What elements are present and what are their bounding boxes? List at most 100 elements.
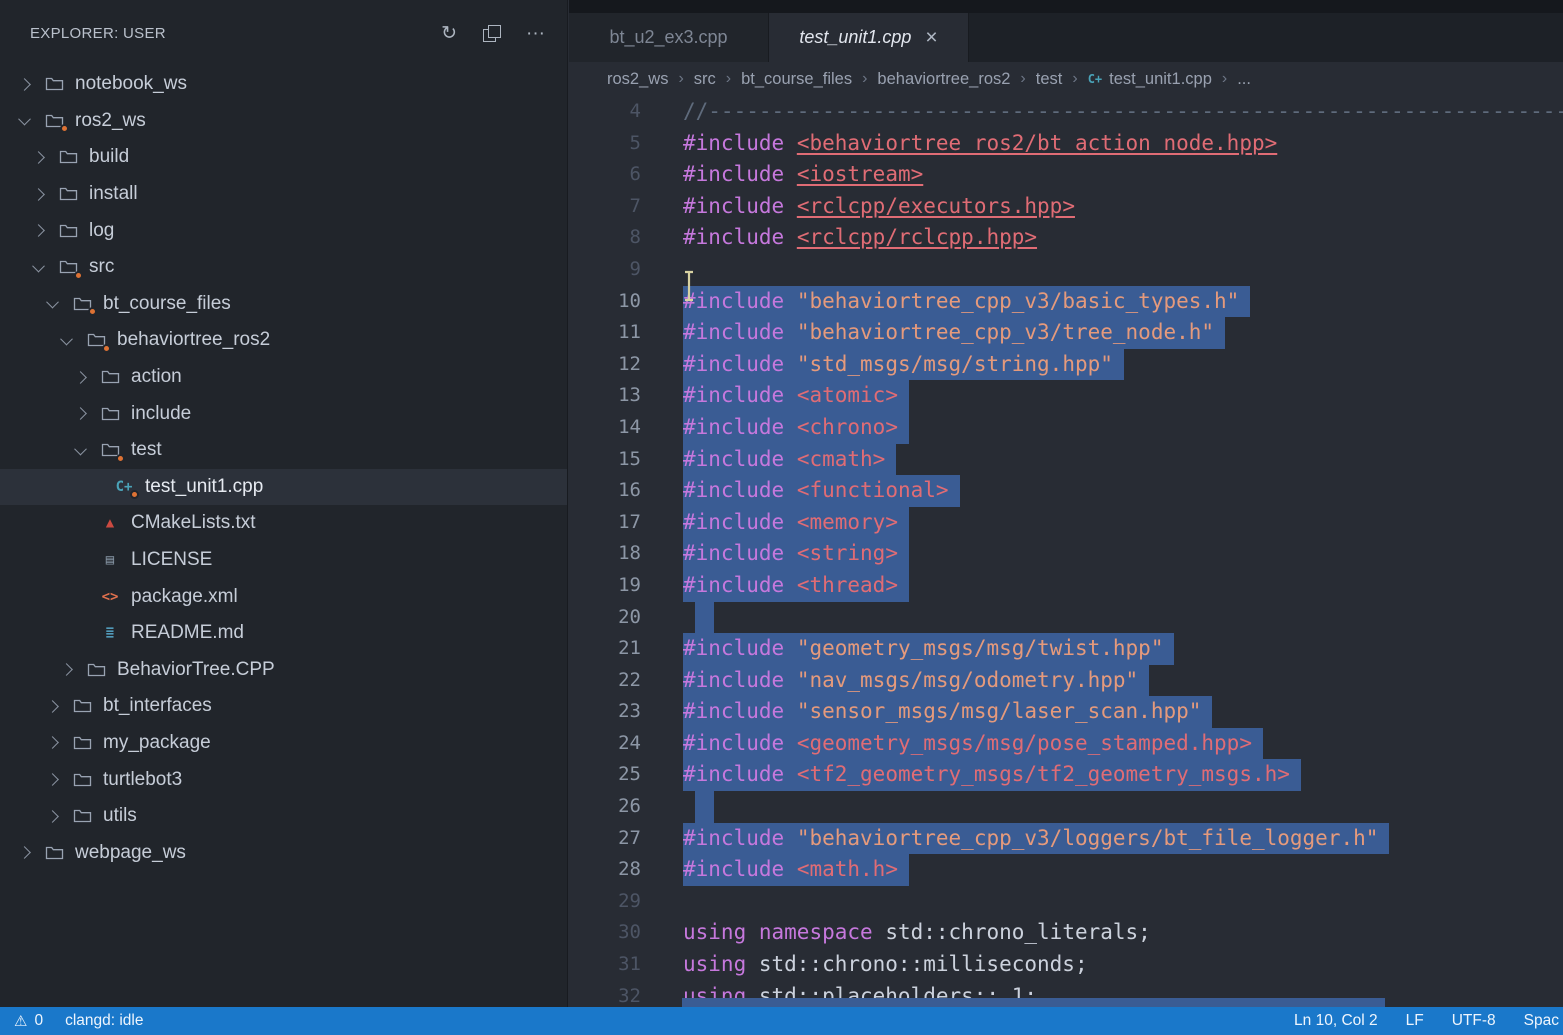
code-line-29[interactable]: 29 [569,886,1563,918]
code-line-27[interactable]: 27#include "behaviortree_cpp_v3/loggers/… [569,823,1563,855]
tree-file-README.md[interactable]: ≣README.md [0,615,567,652]
code-line-13[interactable]: 13#include <atomic> [569,380,1563,412]
chevron-icon[interactable] [74,442,87,455]
md-file-icon: ≣ [99,624,121,643]
breadcrumb-item[interactable]: ... [1237,70,1251,89]
status-item-cursor-position[interactable]: Ln 10, Col 2 [1294,1012,1378,1030]
tab-bar: bt_u2_ex3.cpptest_unit1.cpp× [569,13,1563,62]
tree-folder-notebook_ws[interactable]: notebook_ws [0,66,567,103]
breadcrumb-item[interactable]: C+test_unit1.cpp [1088,70,1212,89]
editor-horizontal-scrollbar[interactable] [682,998,1385,1007]
tree-folder-ros2_ws[interactable]: ros2_ws [0,103,567,140]
line-content: using namespace std::chrono_literals; [683,917,1151,949]
chevron-icon[interactable] [46,700,59,713]
tree-folder-install[interactable]: install [0,176,567,213]
status-item-clangd-status[interactable]: clangd: idle [65,1012,143,1030]
split-editor-icon[interactable] [483,25,500,42]
chevron-icon[interactable] [46,296,59,309]
tree-folder-turtlebot3[interactable]: turtlebot3 [0,761,567,798]
code-line-19[interactable]: 19#include <thread> [569,570,1563,602]
line-number: 25 [569,759,641,791]
tree-folder-webpage_ws[interactable]: webpage_ws [0,834,567,871]
tree-folder-my_package[interactable]: my_package [0,725,567,762]
tree-folder-behaviortree_ros2[interactable]: behaviortree_ros2 [0,322,567,359]
tree-folder-BehaviorTree.CPP[interactable]: BehaviorTree.CPP [0,652,567,689]
status-item-eol-sequence[interactable]: LF [1406,1012,1424,1030]
tree-folder-bt_interfaces[interactable]: bt_interfaces [0,688,567,725]
code-editor[interactable]: 4//-------------------------------------… [569,96,1563,1007]
chevron-icon[interactable] [18,846,31,859]
close-icon[interactable]: × [925,27,937,48]
breadcrumb-item[interactable]: behaviortree_ros2 [877,70,1010,89]
chevron-icon[interactable] [74,371,87,384]
code-line-31[interactable]: 31using std::chrono::milliseconds; [569,949,1563,981]
chevron-icon[interactable] [74,407,87,420]
tree-file-CMakeLists.txt[interactable]: ▲CMakeLists.txt [0,505,567,542]
code-line-8[interactable]: 8#include <rclcpp/rclcpp.hpp> [569,222,1563,254]
code-line-17[interactable]: 17#include <memory> [569,507,1563,539]
chevron-icon[interactable] [32,151,45,164]
chevron-icon[interactable] [32,188,45,201]
code-line-7[interactable]: 7#include <rclcpp/executors.hpp> [569,191,1563,223]
tree-file-test_unit1.cpp[interactable]: C+test_unit1.cpp [0,469,567,506]
code-line-10[interactable]: 10#include "behaviortree_cpp_v3/basic_ty… [569,286,1563,318]
status-item-problems[interactable]: ⚠0 [14,1012,43,1030]
code-line-26[interactable]: 26 [569,791,1563,823]
breadcrumb-item[interactable]: src [694,70,716,89]
chevron-icon[interactable] [60,333,73,346]
tree-folder-log[interactable]: log [0,212,567,249]
status-item-encoding[interactable]: UTF-8 [1452,1012,1496,1030]
code-line-11[interactable]: 11#include "behaviortree_cpp_v3/tree_nod… [569,317,1563,349]
tree-folder-include[interactable]: include [0,395,567,432]
chevron-icon[interactable] [32,224,45,237]
tree-folder-bt_course_files[interactable]: bt_course_files [0,286,567,323]
chevron-icon[interactable] [18,78,31,91]
more-actions-icon[interactable]: ··· [526,24,545,43]
code-line-21[interactable]: 21#include "geometry_msgs/msg/twist.hpp" [569,633,1563,665]
code-line-15[interactable]: 15#include <cmath> [569,444,1563,476]
code-line-23[interactable]: 23#include "sensor_msgs/msg/laser_scan.h… [569,696,1563,728]
chevron-icon[interactable] [46,773,59,786]
tree-file-LICENSE[interactable]: ▤LICENSE [0,542,567,579]
folder-icon [85,660,107,679]
breadcrumb-item[interactable]: ros2_ws [607,70,668,89]
tree-item-label: install [89,183,138,205]
chevron-icon[interactable] [46,810,59,823]
code-line-20[interactable]: 20 [569,602,1563,634]
tree-file-package.xml[interactable]: <>package.xml [0,578,567,615]
line-number: 29 [569,886,641,918]
code-line-9[interactable]: 9 [569,254,1563,286]
code-line-4[interactable]: 4//-------------------------------------… [569,96,1563,128]
tree-folder-action[interactable]: action [0,359,567,396]
tree-folder-utils[interactable]: utils [0,798,567,835]
tree-folder-src[interactable]: src [0,249,567,286]
status-item-indentation[interactable]: Spac [1524,1012,1559,1030]
chevron-icon[interactable] [32,259,45,272]
line-content: #include <functional> [683,475,960,507]
tree-folder-test[interactable]: test [0,432,567,469]
code-line-22[interactable]: 22#include "nav_msgs/msg/odometry.hpp" [569,665,1563,697]
tree-folder-build[interactable]: build [0,139,567,176]
line-number: 27 [569,823,641,855]
chevron-icon[interactable] [60,663,73,676]
tab-test_unit1.cpp[interactable]: test_unit1.cpp× [769,13,969,62]
chevron-icon[interactable] [18,113,31,126]
code-line-14[interactable]: 14#include <chrono> [569,412,1563,444]
code-line-18[interactable]: 18#include <string> [569,538,1563,570]
code-line-28[interactable]: 28#include <math.h> [569,854,1563,886]
chevron-icon[interactable] [46,737,59,750]
code-line-12[interactable]: 12#include "std_msgs/msg/string.hpp" [569,349,1563,381]
code-line-16[interactable]: 16#include <functional> [569,475,1563,507]
tab-bt_u2_ex3.cpp[interactable]: bt_u2_ex3.cpp [569,13,769,62]
code-line-5[interactable]: 5#include <behaviortree_ros2/bt_action_n… [569,128,1563,160]
code-line-24[interactable]: 24#include <geometry_msgs/msg/pose_stamp… [569,728,1563,760]
folder-icon [71,733,93,752]
selection-highlight: #include <thread> [683,570,909,602]
code-line-6[interactable]: 6#include <iostream> [569,159,1563,191]
code-line-30[interactable]: 30using namespace std::chrono_literals; [569,917,1563,949]
code-line-25[interactable]: 25#include <tf2_geometry_msgs/tf2_geomet… [569,759,1563,791]
refresh-explorer-icon[interactable]: ↻ [441,24,457,43]
breadcrumb-item[interactable]: test [1036,70,1063,89]
selection-highlight [695,791,714,823]
breadcrumb-item[interactable]: bt_course_files [741,70,852,89]
